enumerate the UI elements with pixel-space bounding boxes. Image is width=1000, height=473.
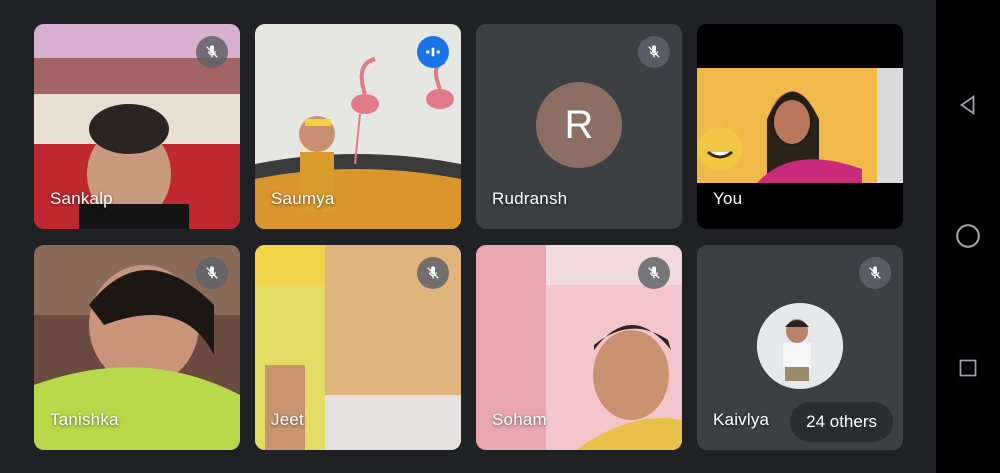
mic-off-icon: [427, 266, 439, 279]
mic-off-icon: [206, 266, 218, 279]
home-button[interactable]: [953, 221, 983, 251]
back-icon: [959, 95, 975, 115]
participant-name: Rudransh: [492, 189, 568, 208]
participant-tile-kaivlya[interactable]: Kaivlya 24 others: [697, 245, 903, 450]
mic-muted-indicator: [417, 257, 449, 289]
mic-off-icon: [869, 266, 881, 279]
participant-tile-saumya[interactable]: Saumya: [255, 24, 461, 229]
home-icon: [956, 224, 980, 248]
mic-muted-indicator: [196, 36, 228, 68]
mic-muted-indicator: [196, 257, 228, 289]
system-navigation-bar: [936, 0, 1000, 473]
participant-name: Jeet: [271, 410, 304, 429]
avatar: R: [536, 82, 622, 168]
recents-icon: [959, 359, 977, 377]
speaking-indicator: [417, 36, 449, 68]
video-grid: Sankalp Saumya R Rudransh You Tanishka J…: [0, 0, 936, 473]
participant-name: Kaivlya: [713, 410, 770, 429]
participant-tile-self[interactable]: You: [697, 24, 903, 229]
avatar: [757, 303, 843, 389]
child-photo-icon: [757, 303, 843, 389]
participant-tile-jeet[interactable]: Jeet: [255, 245, 461, 450]
mic-muted-indicator: [859, 257, 891, 289]
participant-name: You: [713, 189, 743, 208]
participant-name: Soham: [492, 410, 547, 429]
back-button[interactable]: [953, 90, 983, 120]
audio-level-icon: [426, 47, 440, 57]
mic-off-icon: [648, 266, 660, 279]
recents-button[interactable]: [953, 353, 983, 383]
participant-tile-sankalp[interactable]: Sankalp: [34, 24, 240, 229]
others-count-button[interactable]: 24 others: [790, 402, 893, 442]
mic-off-icon: [648, 45, 660, 58]
participant-tile-rudransh[interactable]: R Rudransh: [476, 24, 682, 229]
mic-off-icon: [206, 45, 218, 58]
mic-muted-indicator: [638, 257, 670, 289]
mic-muted-indicator: [638, 36, 670, 68]
participant-tile-soham[interactable]: Soham: [476, 245, 682, 450]
participant-name: Tanishka: [50, 410, 119, 429]
participant-tile-tanishka[interactable]: Tanishka: [34, 245, 240, 450]
participant-name: Sankalp: [50, 189, 113, 208]
participant-name: Saumya: [271, 189, 335, 208]
